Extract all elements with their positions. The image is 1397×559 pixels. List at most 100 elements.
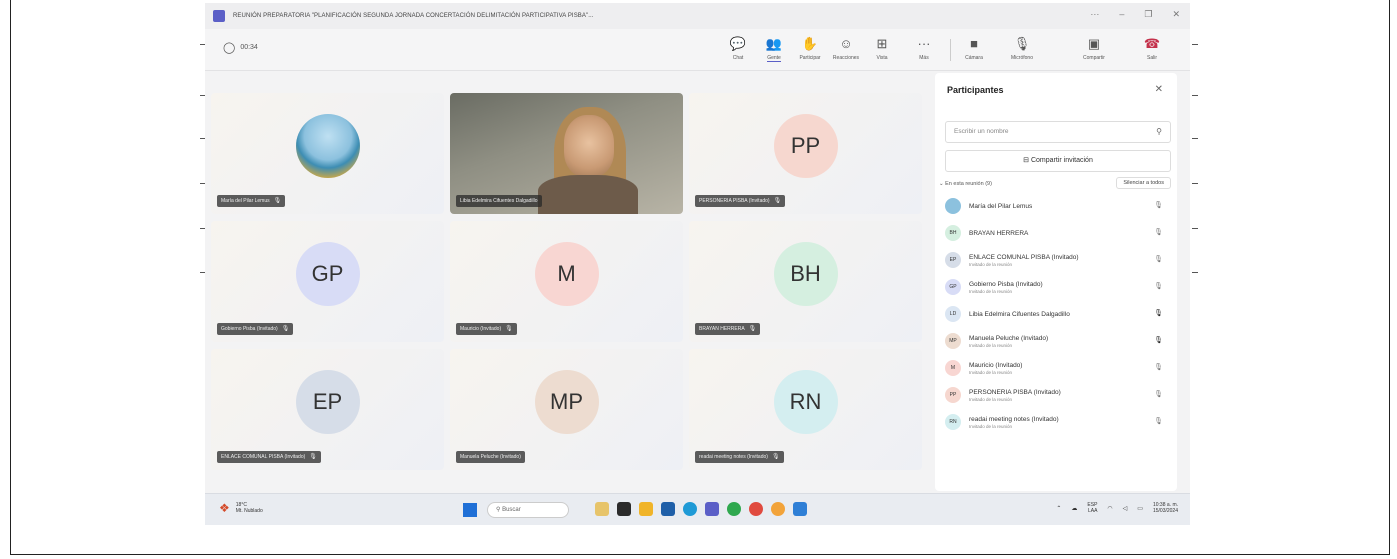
chrome-icon[interactable] [727, 502, 741, 516]
close-icon[interactable]: ✕ [1172, 9, 1180, 20]
participant-row[interactable]: LD Libia Edelmira Cifuentes Dalgadillo 🎙 [945, 301, 1171, 327]
participant-avatar [945, 198, 961, 214]
shield-icon: ◯ [223, 42, 236, 54]
view-button[interactable]: ⊞ Vista [865, 35, 899, 61]
video-tile[interactable]: María del Pilar Lemus 🎙 [211, 93, 444, 214]
camera-icon: ■ [970, 36, 978, 51]
participant-name-tag: Gobierno Pisba (Invitado) 🎙 [217, 323, 294, 335]
side-mark [1192, 44, 1198, 45]
battery-icon[interactable]: ▭ [1137, 505, 1143, 512]
store-icon[interactable] [661, 502, 675, 516]
taskbar-search-input[interactable]: ⚲ Buscar [487, 502, 569, 518]
participant-name-tag: PERSONERIA PISBA (Invitado) 🎙 [695, 195, 786, 207]
video-person-body [538, 175, 638, 214]
windows-taskbar: ❖ 18°C Mt. Nublado ⚲ Buscar ⌃ ☁ ESP LAA [205, 493, 1190, 525]
participant-avatar: MP [945, 333, 961, 349]
participant-search-input[interactable]: Escribir un nombre ⚲ [945, 121, 1171, 143]
teams-icon[interactable] [705, 502, 719, 516]
video-tile[interactable]: EP ENLACE COMUNAL PISBA (Invitado) 🎙 [211, 349, 444, 470]
participant-row[interactable]: María del Pilar Lemus 🎙 [945, 193, 1171, 219]
mic-off-icon: 🎙 [309, 454, 317, 460]
teams-logo-icon [213, 10, 225, 22]
app-icon[interactable] [771, 502, 785, 516]
video-tile-active-speaker[interactable]: Libia Edelmira Cifuentes Dalgadillo [450, 93, 683, 214]
language-indicator[interactable]: ESP LAA [1087, 502, 1097, 514]
mic-on-icon: 🎙 [1154, 310, 1163, 317]
meeting-toolbar: ◯ 00:34 💬 Chat 👥 Gente ✋ Participar ☺ Re… [205, 29, 1190, 71]
participant-avatar: LD [945, 306, 961, 322]
window-controls: ··· – ❐ ✕ [1090, 9, 1180, 20]
video-tile[interactable]: GP Gobierno Pisba (Invitado) 🎙 [211, 221, 444, 342]
participant-avatar: GP [945, 279, 961, 295]
participant-name-tag: María del Pilar Lemus 🎙 [217, 195, 286, 207]
app-icon[interactable] [793, 502, 807, 516]
onedrive-icon[interactable]: ☁ [1071, 505, 1077, 512]
initials-avatar: EP [295, 370, 360, 435]
leave-button[interactable]: ☎ Salir [1135, 35, 1169, 61]
participant-row[interactable]: GP Gobierno Pisba (Invitado) Invitado de … [945, 274, 1171, 300]
participant-name-tag: Mauricio (Invitado) 🎙 [456, 323, 517, 335]
participant-name-tag: BRAYAN HERRERA 🎙 [695, 323, 761, 335]
video-tile[interactable]: PP PERSONERIA PISBA (Invitado) 🎙 [689, 93, 922, 214]
people-button[interactable]: 👥 Gente [757, 35, 791, 62]
edge-icon[interactable] [683, 502, 697, 516]
participant-row[interactable]: RN readai meeting notes (Invitado) Invita… [945, 409, 1171, 435]
leave-phone-icon: ☎ [1143, 36, 1161, 51]
share-invite-button[interactable]: ⊟ Compartir invitación [945, 150, 1171, 172]
app-icon[interactable] [749, 502, 763, 516]
initials-avatar: MP [534, 370, 599, 435]
title-bar: REUNIÓN PREPARATORIA "PLANIFICACIÓN SEGU… [205, 3, 1190, 29]
mic-off-icon: 🎙 [281, 326, 290, 332]
participant-avatar: RN [945, 414, 961, 430]
mic-off-icon: 🎙 [1154, 283, 1163, 290]
window-title: REUNIÓN PREPARATORIA "PLANIFICACIÓN SEGU… [233, 13, 594, 19]
video-tile[interactable]: RN readai meeting notes (Invitado) 🎙 [689, 349, 922, 470]
weather-widget[interactable]: ❖ 18°C Mt. Nublado [219, 501, 263, 515]
video-tile[interactable]: M Mauricio (Invitado) 🎙 [450, 221, 683, 342]
wifi-icon[interactable]: ◠ [1107, 505, 1112, 512]
share-button[interactable]: ▣ Compartir [1077, 35, 1111, 61]
video-tile[interactable]: MP Manuela Peluche (Invitado) [450, 349, 683, 470]
mic-off-icon: 🎙 [273, 198, 282, 204]
close-icon[interactable]: ✕ [1155, 84, 1163, 95]
camera-button[interactable]: ■ Cámara [957, 35, 991, 61]
mic-off-icon: 🎙 [748, 326, 757, 332]
dots-icon[interactable]: ··· [1090, 9, 1099, 20]
panel-title: Participantes [947, 85, 1004, 95]
raise-hand-button[interactable]: ✋ Participar [793, 35, 827, 61]
task-view-icon[interactable] [617, 502, 631, 516]
mic-on-icon: 🎙 [1154, 337, 1163, 344]
file-explorer-icon[interactable] [639, 502, 653, 516]
windows-start-icon[interactable] [463, 503, 477, 517]
reactions-button[interactable]: ☺ Reacciones [829, 35, 863, 61]
search-icon: ⚲ [496, 507, 501, 513]
clock[interactable]: 10:38 a. m. 15/03/2024 [1153, 502, 1178, 514]
profile-photo-avatar [295, 114, 360, 179]
microphone-button[interactable]: 🎙 Micrófono [1005, 35, 1039, 61]
mic-off-icon: 🎙 [1154, 391, 1163, 398]
mute-all-button[interactable]: Silenciar a todos [1116, 177, 1171, 189]
initials-avatar: M [534, 242, 599, 307]
more-button[interactable]: ··· Más [907, 35, 941, 61]
initials-avatar: GP [295, 242, 360, 307]
chevron-up-icon[interactable]: ⌃ [1056, 505, 1061, 512]
widgets-icon[interactable] [595, 502, 609, 516]
view-icon: ⊞ [876, 36, 888, 51]
participants-panel: Participantes ✕ Escribir un nombre ⚲ ⊟ C… [935, 73, 1177, 491]
chat-button[interactable]: 💬 Chat [721, 35, 755, 61]
minimize-icon[interactable]: – [1119, 9, 1124, 20]
participant-row[interactable]: M Mauricio (Invitado) Invitado de la reun… [945, 355, 1171, 381]
meeting-timer: ◯ 00:34 [223, 41, 258, 54]
participant-row[interactable]: EP ENLACE COMUNAL PISBA (Invitado) Invita… [945, 247, 1171, 273]
video-tile[interactable]: BH BRAYAN HERRERA 🎙 [689, 221, 922, 342]
participant-row[interactable]: BH BRAYAN HERRERA 🎙 [945, 220, 1171, 246]
participant-row[interactable]: MP Manuela Peluche (Invitado) Invitado de… [945, 328, 1171, 354]
maximize-icon[interactable]: ❐ [1144, 9, 1152, 20]
participant-name-tag: Libia Edelmira Cifuentes Dalgadillo [456, 195, 542, 207]
mic-off-icon: 🎙 [1154, 229, 1163, 236]
participant-row[interactable]: PP PERSONERIA PISBA (Invitado) Invitado d… [945, 382, 1171, 408]
volume-icon[interactable]: ◁ [1123, 505, 1128, 512]
people-icon: 👥 [765, 36, 783, 51]
microphone-icon: 🎙 [1013, 36, 1031, 51]
in-meeting-section-toggle[interactable]: ⌄ En esta reunión (9) [939, 181, 992, 187]
